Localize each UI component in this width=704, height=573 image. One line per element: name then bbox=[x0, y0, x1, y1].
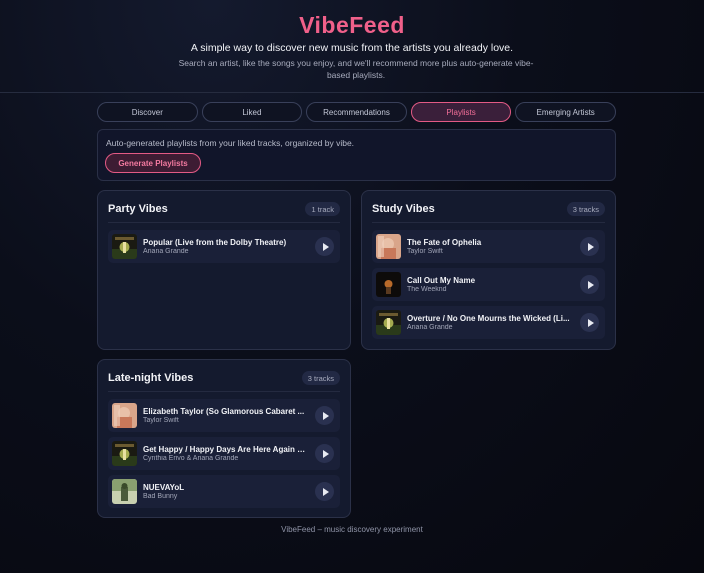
track-title: Get Happy / Happy Days Are Here Again (.… bbox=[143, 445, 306, 454]
divider bbox=[108, 391, 340, 392]
track-row[interactable]: The Fate of Ophelia Taylor Swift bbox=[372, 230, 605, 263]
track-row[interactable]: Popular (Live from the Dolby Theatre) Ar… bbox=[108, 230, 340, 263]
track-row[interactable]: Call Out My Name The Weeknd bbox=[372, 268, 605, 301]
album-cover bbox=[376, 310, 401, 335]
tab-bar: Discover Liked Recommendations Playlists… bbox=[97, 102, 616, 122]
playlists-description: Auto-generated playlists from your liked… bbox=[106, 138, 355, 148]
playlist-card-party: Party Vibes 1 track Popular (Live from t… bbox=[97, 190, 351, 350]
track-artist: Taylor Swift bbox=[407, 248, 443, 255]
play-button[interactable] bbox=[315, 237, 334, 256]
play-button[interactable] bbox=[315, 406, 334, 425]
play-icon bbox=[587, 280, 594, 289]
track-title: Call Out My Name bbox=[407, 276, 476, 285]
tab-recommendations[interactable]: Recommendations bbox=[306, 102, 407, 122]
playlist-title: Late-night Vibes bbox=[108, 372, 194, 384]
playlist-title: Study Vibes bbox=[372, 203, 435, 215]
tagline: A simple way to discover new music from … bbox=[190, 42, 514, 54]
play-icon bbox=[322, 449, 329, 458]
album-cover bbox=[112, 441, 137, 466]
track-title: NUEVAYoL bbox=[143, 483, 185, 492]
play-icon bbox=[322, 411, 329, 420]
album-cover bbox=[112, 479, 137, 504]
track-artist: Ariana Grande bbox=[407, 324, 453, 331]
track-count-badge: 3 tracks bbox=[566, 202, 605, 216]
track-row[interactable]: NUEVAYoL Bad Bunny bbox=[108, 475, 340, 508]
app-header: VibeFeed A simple way to discover new mu… bbox=[0, 0, 704, 93]
play-icon bbox=[322, 242, 329, 251]
track-count-badge: 3 tracks bbox=[301, 371, 340, 385]
playlist-card-study: Study Vibes 3 tracks The Fate of Ophelia… bbox=[361, 190, 616, 350]
track-artist: The Weeknd bbox=[407, 286, 447, 293]
divider bbox=[372, 222, 605, 223]
album-cover bbox=[376, 234, 401, 259]
album-cover bbox=[112, 234, 137, 259]
album-cover bbox=[376, 272, 401, 297]
playlist-card-late-night: Late-night Vibes 3 tracks Elizabeth Tayl… bbox=[97, 359, 351, 518]
track-count-badge: 1 track bbox=[305, 202, 340, 216]
track-title: Overture / No One Mourns the Wicked (Li.… bbox=[407, 314, 570, 323]
generate-playlists-button[interactable]: Generate Playlists bbox=[105, 153, 201, 173]
tab-emerging-artists[interactable]: Emerging Artists bbox=[515, 102, 616, 122]
track-row[interactable]: Get Happy / Happy Days Are Here Again (.… bbox=[108, 437, 340, 470]
app-logo: VibeFeed bbox=[299, 12, 405, 38]
track-artist: Cynthia Erivo & Ariana Grande bbox=[143, 455, 239, 462]
play-icon bbox=[322, 487, 329, 496]
divider bbox=[108, 222, 340, 223]
footer: VibeFeed – music discovery experiment bbox=[281, 525, 423, 534]
album-cover bbox=[112, 403, 137, 428]
track-title: The Fate of Ophelia bbox=[407, 238, 482, 247]
track-title: Popular (Live from the Dolby Theatre) bbox=[143, 238, 287, 247]
tab-liked[interactable]: Liked bbox=[201, 102, 303, 122]
play-button[interactable] bbox=[315, 482, 334, 501]
play-button[interactable] bbox=[580, 275, 599, 294]
track-row[interactable]: Elizabeth Taylor (So Glamorous Cabaret .… bbox=[108, 399, 340, 432]
tab-playlists[interactable]: Playlists bbox=[410, 102, 512, 122]
play-button[interactable] bbox=[315, 444, 334, 463]
playlist-title: Party Vibes bbox=[108, 203, 168, 215]
track-row[interactable]: Overture / No One Mourns the Wicked (Li.… bbox=[372, 306, 605, 339]
play-button[interactable] bbox=[580, 313, 599, 332]
play-button[interactable] bbox=[580, 237, 599, 256]
track-artist: Bad Bunny bbox=[143, 493, 178, 500]
track-title: Elizabeth Taylor (So Glamorous Cabaret .… bbox=[143, 407, 305, 416]
subtext: Search an artist, like the songs you enj… bbox=[178, 58, 534, 80]
track-artist: Ariana Grande bbox=[143, 248, 189, 255]
track-artist: Taylor Swift bbox=[143, 417, 179, 424]
play-icon bbox=[587, 318, 594, 327]
playlists-info-panel: Auto-generated playlists from your liked… bbox=[97, 129, 616, 181]
tab-discover[interactable]: Discover bbox=[97, 102, 198, 122]
play-icon bbox=[587, 242, 594, 251]
